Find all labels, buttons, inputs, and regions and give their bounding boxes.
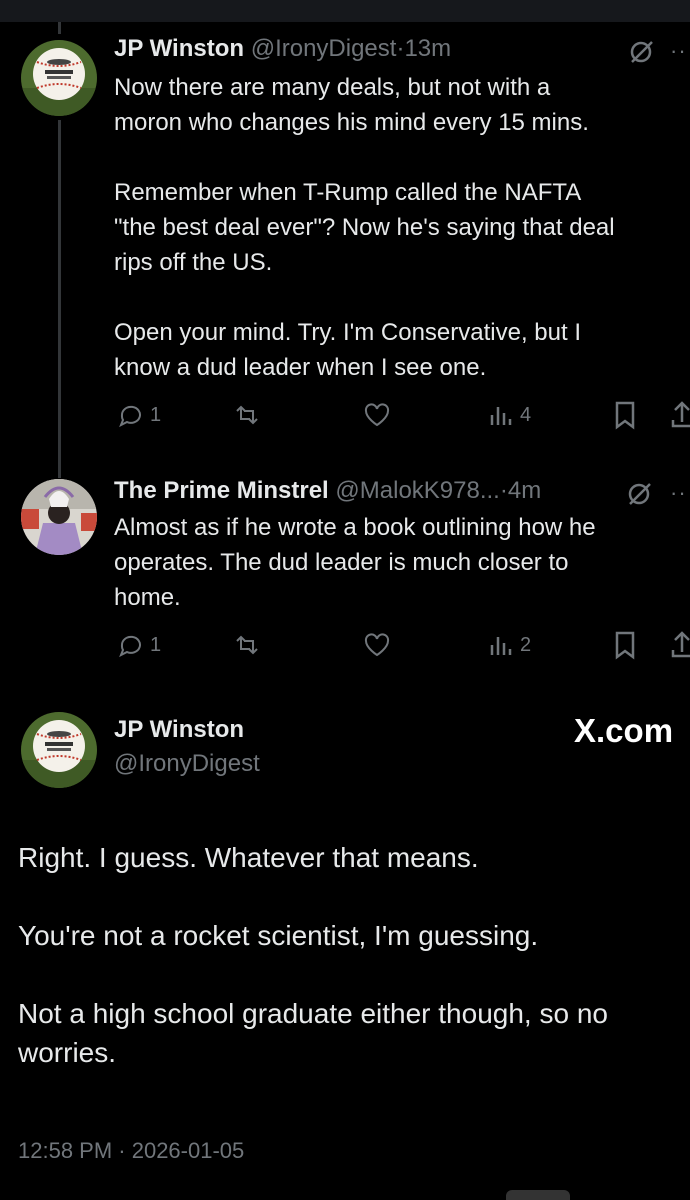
tweet-text: Now there are many deals, but not with a…	[114, 74, 615, 381]
x-com-watermark: X.com	[574, 712, 674, 749]
tweet-header: The Prime Minstrel @MalokK978...·4m	[114, 476, 541, 506]
thread-connector	[58, 22, 61, 34]
avatar-baseball[interactable]	[21, 712, 97, 788]
user-handle[interactable]: @IronyDigest	[251, 35, 397, 62]
avatar-minstrel[interactable]	[21, 479, 97, 555]
share-button[interactable]	[670, 398, 690, 432]
more-icon[interactable]: ··	[670, 38, 687, 64]
display-name[interactable]: The Prime Minstrel	[114, 477, 329, 504]
views-icon	[490, 637, 512, 655]
bookmark-button[interactable]	[612, 398, 638, 432]
bookmark-icon	[615, 401, 635, 430]
share-icon	[671, 631, 690, 658]
tweet-time[interactable]: 13m	[404, 35, 451, 62]
tweet-time[interactable]: 4m	[508, 477, 541, 504]
like-button[interactable]	[362, 628, 392, 662]
user-handle[interactable]: @IronyDigest	[114, 750, 260, 778]
reply-button[interactable]: 1	[116, 398, 161, 432]
repost-icon	[236, 405, 258, 425]
reply-button[interactable]: 1	[116, 628, 161, 662]
avatar-baseball[interactable]	[21, 40, 97, 116]
repost-button[interactable]	[232, 628, 262, 662]
tweet-actions: 1 4	[114, 398, 690, 432]
bookmark-icon	[615, 631, 635, 660]
views-icon	[490, 407, 512, 425]
tweet-timestamp[interactable]: 12:58 PM · 2026-01-05	[18, 1138, 244, 1164]
reply-count: 1	[150, 633, 162, 656]
thread-connector	[58, 120, 61, 478]
heart-icon	[364, 633, 390, 657]
repost-icon	[236, 635, 258, 655]
tweet-actions: 1 2	[114, 628, 690, 662]
grok-icon[interactable]	[626, 480, 654, 513]
repost-button[interactable]	[232, 398, 262, 432]
views-count: 2	[520, 633, 532, 656]
display-name[interactable]: JP Winston	[114, 35, 244, 62]
tweet-text: Right. I guess. Whatever that means. You…	[18, 842, 608, 1068]
reply-icon	[119, 405, 141, 428]
separator-dot: ·	[499, 477, 508, 504]
more-icon[interactable]: ··	[670, 480, 687, 506]
reply-count: 1	[150, 403, 162, 426]
like-button[interactable]	[362, 398, 392, 432]
user-handle[interactable]: @MalokK978...	[335, 477, 499, 504]
views-button[interactable]: 2	[488, 628, 531, 662]
bottom-handle	[506, 1190, 570, 1200]
tweet-header: JP Winston @IronyDigest·13m	[114, 34, 451, 64]
share-icon	[671, 401, 690, 428]
display-name[interactable]: JP Winston	[114, 716, 244, 744]
share-button[interactable]	[670, 628, 690, 662]
reply-icon	[119, 635, 141, 658]
grok-icon[interactable]	[628, 38, 656, 71]
views-count: 4	[520, 403, 532, 426]
heart-icon	[364, 403, 390, 427]
top-bar	[0, 0, 690, 22]
tweet-text: Almost as if he wrote a book outlining h…	[114, 514, 596, 611]
views-button[interactable]: 4	[488, 398, 531, 432]
bookmark-button[interactable]	[612, 628, 638, 662]
